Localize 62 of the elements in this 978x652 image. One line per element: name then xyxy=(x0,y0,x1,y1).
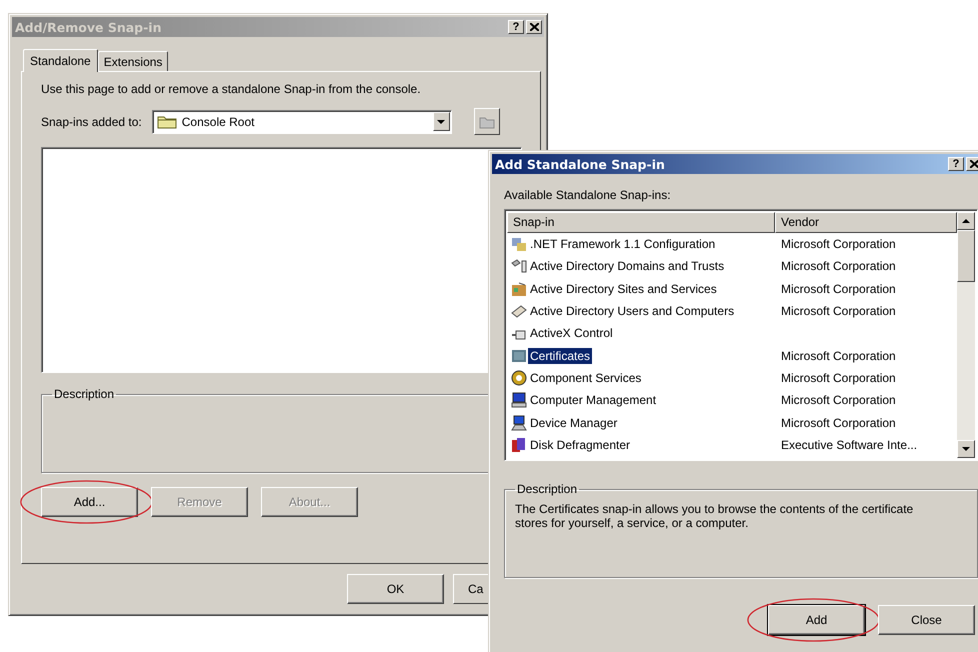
help-button[interactable]: ? xyxy=(948,157,964,171)
snapin-icon xyxy=(511,414,527,431)
field-label: Snap-ins added to: xyxy=(41,114,142,128)
window-title: Add/Remove Snap-in xyxy=(15,20,162,34)
help-button[interactable]: ? xyxy=(508,20,524,34)
snapin-icon xyxy=(511,392,527,408)
vendor-name: Microsoft Corporation xyxy=(781,348,896,363)
snapin-icon xyxy=(511,370,527,386)
scrollbar[interactable] xyxy=(957,212,975,458)
snapin-name[interactable]: Active Directory Users and Computers xyxy=(528,303,736,320)
snapin-name[interactable]: ActiveX Control xyxy=(528,325,615,342)
vendor-name: Microsoft Corporation xyxy=(781,393,896,408)
snapin-name[interactable]: Active Directory Domains and Trusts xyxy=(528,258,726,274)
down-arrow-icon xyxy=(962,447,970,451)
list-label: Available Standalone Snap-ins: xyxy=(504,188,672,202)
vendor-name: Microsoft Corporation xyxy=(781,237,896,252)
snapin-icon xyxy=(511,258,527,274)
column-header[interactable]: Snap-in xyxy=(507,212,775,233)
snapin-name[interactable]: Component Services xyxy=(528,370,644,386)
vendor-name: Executive Software Inte... xyxy=(781,438,918,452)
close-button[interactable] xyxy=(966,157,978,171)
snapin-icon xyxy=(511,303,527,320)
snapin-list[interactable] xyxy=(504,209,978,461)
folder-icon xyxy=(478,114,495,128)
instruction-text: Use this page to add or remove a standalone Snap-in from the console. xyxy=(41,82,422,96)
console-dropdown[interactable]: Console Root xyxy=(152,110,452,134)
snapin-name[interactable]: Disk Defragmenter xyxy=(528,436,632,453)
group-label: Description xyxy=(53,387,116,401)
snapin-name[interactable]: .NET Framework 1.1 Configuration xyxy=(528,236,718,252)
vendor-name: Microsoft Corporation xyxy=(781,416,896,430)
ok-button[interactable]: OK xyxy=(347,574,444,604)
snapin-icon xyxy=(511,436,527,453)
snapin-name[interactable]: Certificates xyxy=(528,348,592,364)
folder-icon xyxy=(156,114,177,129)
snapin-icon xyxy=(511,236,527,252)
snapin-name[interactable]: Active Directory Sites and Services xyxy=(528,280,719,297)
tab[interactable]: Standalone xyxy=(23,49,98,72)
up-arrow-icon xyxy=(962,219,970,223)
scroll-up-button[interactable] xyxy=(957,212,975,230)
snapin-icon xyxy=(511,280,527,297)
add-button[interactable]: Add xyxy=(768,605,865,635)
close-button[interactable]: Close xyxy=(878,605,975,635)
scrollbar-thumb[interactable] xyxy=(957,230,975,282)
close-icon xyxy=(530,23,538,31)
vendor-name: Microsoft Corporation xyxy=(781,259,896,274)
tab[interactable]: Extensions xyxy=(98,51,168,71)
scroll-down-button[interactable] xyxy=(957,440,975,458)
column-header[interactable]: Vendor xyxy=(775,212,957,233)
snapin-icon xyxy=(511,348,527,364)
vendor-name: Microsoft Corporation xyxy=(781,370,896,385)
vendor-name: Microsoft Corporation xyxy=(781,282,896,296)
up-folder-button[interactable] xyxy=(474,108,500,135)
snapin-name[interactable]: Computer Management xyxy=(528,392,658,408)
group-label: Description xyxy=(516,482,578,496)
window-title: Add Standalone Snap-in xyxy=(495,156,666,172)
vendor-name: Microsoft Corporation xyxy=(781,304,896,318)
dropdown-arrow-icon xyxy=(437,120,446,124)
description-text: The Certificates snap-in allows you to browse the contents of the certificate stores for yourself, a service, or a computer. xyxy=(515,502,914,530)
close-button[interactable] xyxy=(526,20,542,34)
add-button[interactable]: Add... xyxy=(41,487,138,517)
snapin-name[interactable]: Device Manager xyxy=(528,414,620,431)
close-icon xyxy=(970,160,978,168)
